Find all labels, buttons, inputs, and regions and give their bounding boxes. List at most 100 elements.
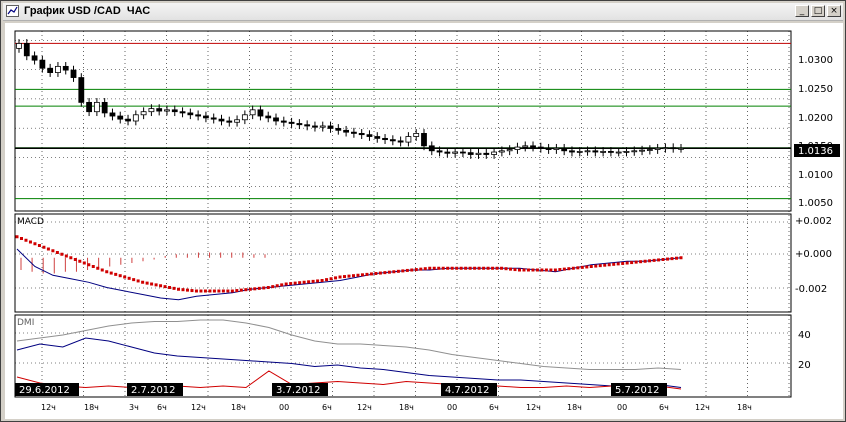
macd-signal-dot	[369, 272, 373, 276]
macd-signal-dot	[549, 268, 553, 272]
candle-body	[140, 111, 147, 116]
macd-signal-dot	[414, 268, 418, 272]
dmi-tick-40: 40	[798, 330, 811, 341]
macd-signal-dot	[289, 282, 293, 286]
macd-signal-dot	[311, 279, 315, 283]
candle-body	[62, 65, 69, 71]
macd-signal-dot	[657, 258, 661, 262]
macd-tick-plus: +0.002	[795, 216, 832, 227]
macd-signal-dot	[500, 266, 504, 270]
macd-signal-dot	[69, 256, 73, 260]
candle-body	[23, 43, 30, 57]
candle-body	[498, 150, 505, 153]
macd-signal-dot	[325, 278, 329, 282]
macd-signal-dot	[55, 251, 59, 254]
candle-body	[234, 119, 240, 123]
candle-body	[226, 120, 233, 123]
maximize-button[interactable]: □	[811, 5, 825, 17]
macd-signal-dot	[621, 261, 625, 265]
macd-signal-dot	[670, 257, 674, 261]
macd-signal-dot	[571, 266, 575, 270]
candle-body	[537, 146, 544, 149]
macd-signal-dot	[598, 264, 602, 268]
macd-signal-dot	[634, 260, 638, 264]
macd-signal-dot	[109, 271, 113, 275]
macd-signal-dot	[450, 266, 454, 270]
macd-signal-dot	[96, 266, 100, 270]
macd-signal-dot	[298, 281, 302, 285]
macd-signal-dot	[141, 280, 145, 284]
candle-body	[319, 125, 326, 128]
candle-body	[93, 101, 100, 113]
chart-window: График USD /CAD ЧАС _ □ × 1.0300 1.0250 …	[0, 0, 846, 422]
candle-body	[569, 150, 575, 153]
current-price-label: 1.0136	[798, 146, 833, 157]
macd-signal-dot	[517, 268, 521, 272]
macd-tick-zero: +0.000	[795, 249, 832, 260]
macd-signal-dot	[679, 256, 683, 260]
macd-signal-dot	[172, 286, 176, 290]
macd-signal-dot	[522, 268, 526, 272]
hour-label: 6ч	[659, 403, 669, 412]
macd-signal-dot	[82, 261, 86, 265]
title-bar[interactable]: График USD /CAD ЧАС _ □ ×	[3, 3, 843, 21]
usd-cad-chart[interactable]: 1.0300 1.0250 1.0200 1.0150 1.0100 1.005…	[5, 23, 843, 419]
price-panel	[14, 30, 792, 212]
candle-body	[631, 150, 638, 153]
candle-body	[241, 114, 248, 121]
hour-label: 6ч	[322, 403, 332, 412]
macd-signal-dot	[553, 268, 557, 272]
macd-signal-dot	[275, 284, 279, 288]
macd-signal-dot	[230, 289, 234, 293]
dmi-label: DMI	[17, 318, 34, 328]
hour-label: 12ч	[191, 403, 206, 412]
macd-label: MACD	[17, 217, 44, 227]
macd-signal-dot	[594, 264, 598, 268]
macd-signal-dot	[343, 275, 347, 279]
candle-body	[31, 55, 38, 61]
price-tick-1.0300: 1.0300	[798, 55, 833, 66]
macd-signal-dot	[28, 240, 32, 244]
macd-signal-dot	[486, 266, 490, 270]
candle-body	[615, 151, 622, 154]
macd-signal-dot	[194, 289, 198, 293]
candle-body	[483, 152, 490, 155]
candle-body	[592, 150, 599, 153]
macd-signal-dot	[410, 268, 414, 272]
close-button[interactable]: ×	[827, 5, 841, 17]
macd-signal-dot	[387, 270, 391, 274]
hour-label: 00	[279, 403, 289, 412]
minimize-button[interactable]: _	[795, 5, 809, 17]
candle-body	[296, 123, 303, 126]
macd-signal-dot	[441, 266, 445, 270]
macd-signal-dot	[576, 266, 580, 270]
macd-signal-dot	[580, 265, 584, 269]
macd-signal-dot	[509, 267, 513, 271]
candle-body	[444, 151, 451, 154]
macd-signal-dot	[262, 286, 266, 290]
macd-signal-dot	[513, 268, 517, 272]
macd-signal-dot	[585, 265, 589, 269]
chart-area[interactable]: 1.0300 1.0250 1.0200 1.0150 1.0100 1.005…	[5, 23, 843, 419]
macd-signal-dot	[37, 244, 41, 247]
candle-body	[452, 151, 459, 154]
macd-signal-dot	[405, 268, 409, 272]
candle-body	[374, 136, 381, 139]
macd-signal-dot	[401, 269, 405, 273]
macd-signal-dot	[145, 281, 149, 285]
macd-signal-dot	[19, 237, 23, 240]
macd-signal-dot	[293, 281, 297, 285]
macd-signal-dot	[123, 275, 127, 279]
candle-body	[358, 133, 365, 136]
candle-body	[343, 129, 350, 133]
candle-body	[397, 140, 404, 143]
hour-labels: 12ч 18ч 3ч 6ч 12ч 18ч 00 6ч 12ч 18ч 00 6…	[41, 403, 752, 412]
candle-body	[210, 117, 217, 120]
macd-signal-dot	[356, 273, 360, 277]
macd-signal-dot	[181, 288, 185, 292]
macd-signal-dot	[446, 266, 450, 270]
macd-signal-dot	[208, 289, 212, 293]
candle-body	[654, 147, 661, 150]
hour-label: 12ч	[357, 403, 372, 412]
date-label-3-7: 3.7.2012	[276, 385, 321, 396]
